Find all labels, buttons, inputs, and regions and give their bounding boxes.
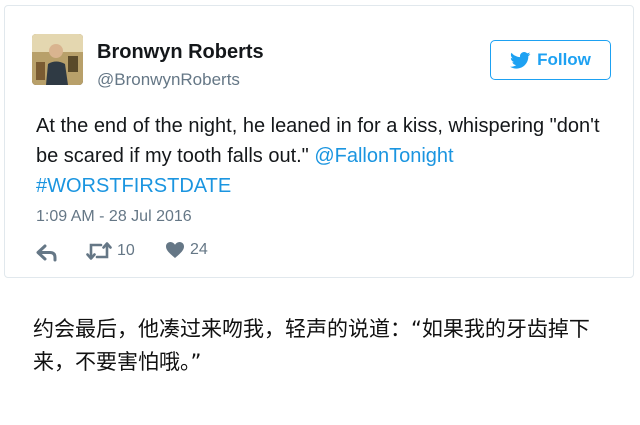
chinese-caption: 约会最后，他凑过来吻我，轻声的说道：“如果我的牙齿掉下来，不要害怕哦。” — [33, 317, 590, 374]
author-screen-name[interactable]: @BronwynRoberts — [97, 70, 240, 90]
author-display-name[interactable]: Bronwyn Roberts — [97, 41, 264, 64]
tweet-text: At the end of the night, he leaned in fo… — [36, 111, 616, 201]
hashtag-link[interactable]: #WORSTFIRSTDATE — [36, 175, 231, 197]
follow-button[interactable]: Follow — [490, 40, 611, 80]
retweet-count: 10 — [117, 242, 135, 259]
tweet-timestamp[interactable]: 1:09 AM - 28 Jul 2016 — [36, 208, 192, 226]
like-button[interactable]: 24 — [165, 241, 208, 259]
follow-button-label: Follow — [537, 50, 591, 69]
user-avatar[interactable] — [32, 34, 83, 85]
like-count: 24 — [190, 241, 208, 258]
heart-icon — [166, 242, 184, 258]
page: Bronwyn Roberts @BronwynRoberts Follow A… — [0, 0, 640, 425]
tweet-card: Bronwyn Roberts @BronwynRoberts Follow A… — [4, 5, 634, 278]
reply-icon — [36, 244, 57, 262]
reply-button[interactable] — [36, 244, 58, 262]
retweet-icon — [86, 242, 112, 260]
user-avatar-photo-icon — [32, 34, 83, 85]
twitter-bird-icon — [510, 51, 531, 69]
retweet-button[interactable]: 10 — [86, 241, 135, 261]
mention-link[interactable]: @FallonTonight — [314, 145, 453, 167]
